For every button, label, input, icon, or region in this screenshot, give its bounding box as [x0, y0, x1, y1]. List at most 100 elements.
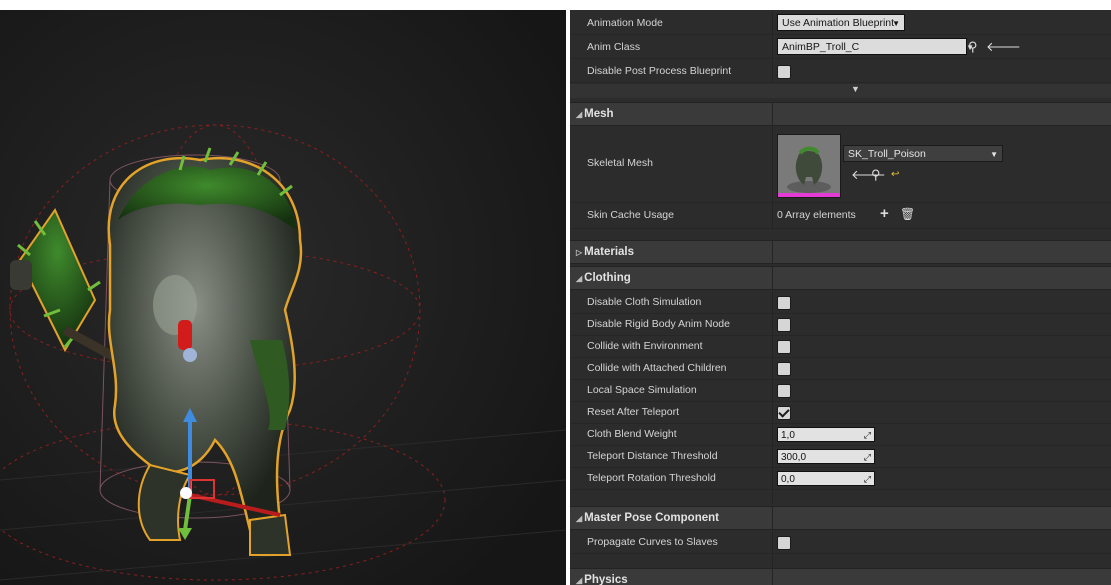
skeletal-mesh-thumbnail[interactable] — [777, 134, 841, 198]
spin-handle-icon[interactable]: ⤢ — [864, 450, 871, 465]
disable-post-process-row: Disable Post Process Blueprint — [570, 60, 1111, 83]
disable-post-process-label: Disable Post Process Blueprint — [587, 65, 732, 77]
column-divider — [772, 423, 773, 445]
disable-cloth-simulation-checkbox[interactable] — [777, 296, 791, 310]
clothing-numeric-row: Teleport Distance Threshold 300,0 ⤢ — [570, 445, 1111, 468]
clothing-row: Disable Rigid Body Anim Node — [570, 313, 1111, 336]
details-panel: Animation Mode Use Animation Blueprint ▼… — [570, 10, 1111, 585]
column-divider — [772, 507, 773, 529]
collide-with-environment-label: Collide with Environment — [587, 340, 703, 352]
skeletal-mesh-value: SK_Troll_Poison — [848, 148, 926, 160]
anim-class-label: Anim Class — [587, 41, 641, 53]
clothing-row: Disable Cloth Simulation — [570, 291, 1111, 314]
local-space-simulation-label: Local Space Simulation — [587, 384, 697, 396]
expanded-arrow-icon: ◢ — [576, 514, 583, 523]
category-materials[interactable]: ▷ Materials — [570, 240, 1111, 264]
disable-rigid-body-anim-node-checkbox[interactable] — [777, 318, 791, 332]
plus-icon[interactable]: + — [880, 206, 889, 221]
teleport-distance-threshold-input[interactable]: 300,0 ⤢ — [777, 449, 875, 464]
reset-after-teleport-label: Reset After Teleport — [587, 406, 680, 418]
column-divider — [772, 467, 773, 489]
column-divider — [772, 401, 773, 423]
spin-handle-icon[interactable]: ⤢ — [864, 472, 871, 487]
clothing-numeric-row: Cloth Blend Weight 1,0 ⤢ — [570, 423, 1111, 446]
teleport-rotation-threshold-label: Teleport Rotation Threshold — [587, 472, 716, 484]
category-physics[interactable]: ◢ Physics — [570, 568, 1111, 585]
column-divider — [772, 490, 773, 504]
reset-after-teleport-checkbox[interactable] — [777, 406, 791, 420]
disable-rigid-body-anim-node-label: Disable Rigid Body Anim Node — [587, 318, 730, 330]
category-clothing[interactable]: ◢ Clothing — [570, 266, 1111, 290]
arrow-left-icon[interactable]: 🡐 — [986, 40, 1021, 54]
anim-class-value: AnimBP_Troll_C — [782, 41, 860, 53]
collide-with-environment-checkbox[interactable] — [777, 340, 791, 354]
anim-class-dropdown[interactable]: AnimBP_Troll_C ▼ — [777, 38, 974, 55]
category-mesh-label: Mesh — [584, 108, 614, 120]
column-divider — [772, 445, 773, 467]
arrow-left-icon[interactable]: 🡐 — [851, 168, 886, 182]
column-divider — [772, 36, 773, 58]
chevron-down-icon: ▼ — [892, 19, 900, 28]
spin-handle-icon[interactable]: ⤢ — [864, 428, 871, 443]
category-mesh[interactable]: ◢ Mesh — [570, 102, 1111, 126]
propagate-curves-row: Propagate Curves to Slaves — [570, 531, 1111, 554]
teleport-distance-threshold-value: 300,0 — [781, 452, 807, 463]
column-divider — [772, 202, 773, 228]
collide-with-attached-children-checkbox[interactable] — [777, 362, 791, 376]
column-divider — [772, 241, 773, 263]
disable-post-process-checkbox[interactable] — [777, 65, 791, 79]
column-divider — [772, 126, 773, 202]
column-divider — [772, 313, 773, 335]
category-clothing-label: Clothing — [584, 272, 631, 284]
skin-cache-label: Skin Cache Usage — [587, 209, 674, 221]
column-divider — [772, 379, 773, 401]
skin-cache-value: 0 Array elements — [777, 209, 856, 221]
anim-class-row: Anim Class AnimBP_Troll_C ▼ ⚲ 🡐 — [570, 36, 1111, 59]
disable-cloth-simulation-label: Disable Cloth Simulation — [587, 296, 702, 308]
viewport[interactable] — [0, 10, 566, 585]
expanded-arrow-icon: ◢ — [576, 274, 583, 283]
clothing-row: Reset After Teleport — [570, 401, 1111, 424]
animation-mode-value: Use Animation Blueprint — [782, 17, 895, 29]
search-icon[interactable]: ⚲ — [968, 40, 978, 54]
local-space-simulation-checkbox[interactable] — [777, 384, 791, 398]
animation-mode-row: Animation Mode Use Animation Blueprint ▼ — [570, 12, 1111, 35]
clothing-row: Local Space Simulation — [570, 379, 1111, 402]
asset-type-bar — [778, 193, 840, 197]
column-divider — [772, 60, 773, 82]
cloth-blend-weight-input[interactable]: 1,0 ⤢ — [777, 427, 875, 442]
teleport-distance-threshold-label: Teleport Distance Threshold — [587, 450, 718, 462]
propagate-curves-label: Propagate Curves to Slaves — [587, 536, 718, 548]
troll-thumbnail-icon — [778, 135, 840, 197]
clothing-row: Collide with Attached Children — [570, 357, 1111, 380]
column-divider — [772, 569, 773, 585]
collide-with-attached-children-label: Collide with Attached Children — [587, 362, 727, 374]
propagate-curves-checkbox[interactable] — [777, 536, 791, 550]
clothing-numeric-row: Teleport Rotation Threshold 0,0 ⤢ — [570, 467, 1111, 490]
column-divider — [772, 357, 773, 379]
column-divider — [772, 554, 773, 568]
column-divider — [772, 267, 773, 289]
search-icon[interactable]: ⚲ — [871, 168, 881, 182]
animation-mode-dropdown[interactable]: Use Animation Blueprint ▼ — [777, 14, 905, 31]
trash-icon[interactable]: 🗑 — [900, 207, 915, 221]
category-master-pose-label: Master Pose Component — [584, 512, 719, 524]
column-divider — [772, 291, 773, 313]
browse-icon[interactable]: ↩ — [891, 168, 899, 182]
viewport-scene — [0, 10, 566, 585]
skeletal-mesh-label: Skeletal Mesh — [587, 157, 653, 169]
spacer — [570, 554, 1111, 568]
animation-mode-label: Animation Mode — [587, 17, 663, 29]
teleport-rotation-threshold-value: 0,0 — [781, 474, 795, 485]
expanded-arrow-icon: ◢ — [576, 576, 583, 585]
collapsed-arrow-icon: ▷ — [576, 248, 583, 257]
category-physics-label: Physics — [584, 574, 628, 585]
column-divider — [772, 531, 773, 553]
skin-cache-row: Skin Cache Usage 0 Array elements + 🗑 — [570, 202, 1111, 229]
skeletal-mesh-dropdown[interactable]: SK_Troll_Poison ▼ — [843, 145, 1003, 162]
category-master-pose[interactable]: ◢ Master Pose Component — [570, 506, 1111, 530]
teleport-rotation-threshold-input[interactable]: 0,0 ⤢ — [777, 471, 875, 486]
column-divider — [772, 12, 773, 34]
cloth-blend-weight-value: 1,0 — [781, 430, 795, 441]
advanced-expander[interactable]: ▼ — [570, 84, 1111, 98]
